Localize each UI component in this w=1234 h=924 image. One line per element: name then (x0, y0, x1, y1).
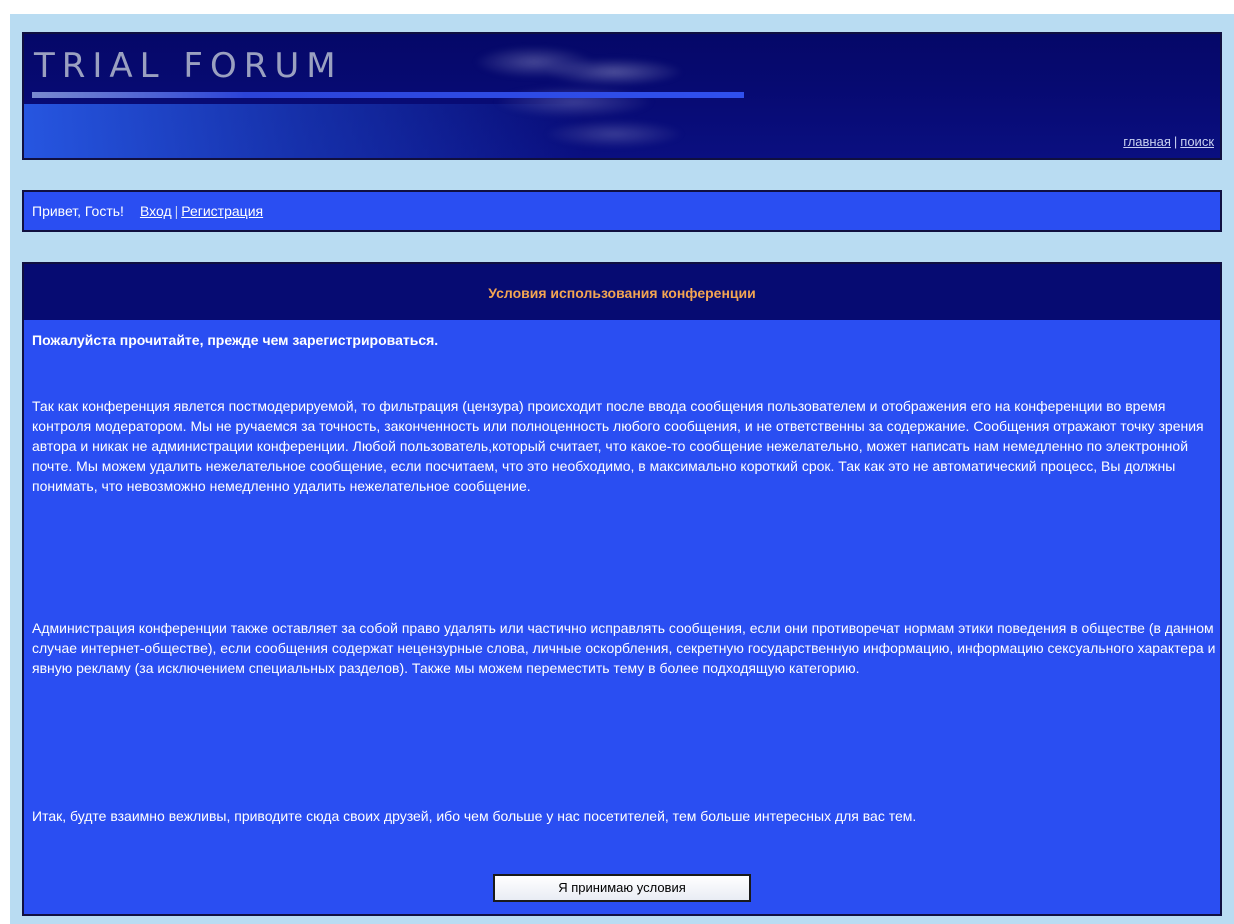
forum-header-banner: TRIAL FORUM главная | поиск (22, 32, 1222, 160)
terms-panel: Условия использования конференции Пожалу… (22, 262, 1222, 916)
header-nav: главная | поиск (1123, 134, 1214, 149)
terms-paragraph-3: Итак, будте взаимно вежливы, приводите с… (32, 808, 917, 824)
search-link[interactable]: поиск (1180, 134, 1214, 149)
greeting-separator: | (174, 203, 179, 219)
terms-paragraph-2: Администрация конференции также оставляе… (32, 620, 1216, 676)
accept-button-row: Я принимаю условия (24, 874, 1220, 902)
terms-subtitle: Пожалуйста прочитайте, прежде чем зареги… (32, 332, 439, 348)
login-link[interactable]: Вход (140, 203, 172, 219)
register-link[interactable]: Регистрация (181, 203, 263, 219)
logo-underline (32, 92, 744, 98)
terms-title: Условия использования конференции (24, 264, 1220, 320)
home-link[interactable]: главная (1123, 134, 1171, 149)
banner-blurred-image (464, 42, 724, 158)
forum-logo: TRIAL FORUM (34, 46, 343, 86)
greeting-bar: Привет, Гость! Вход | Регистрация (22, 190, 1222, 232)
greeting-text: Привет, Гость! (32, 203, 124, 219)
terms-paragraph-1: Так как конференция явлется постмодериру… (32, 398, 1204, 494)
nav-separator: | (1173, 134, 1178, 149)
accept-terms-button[interactable]: Я принимаю условия (493, 874, 751, 902)
